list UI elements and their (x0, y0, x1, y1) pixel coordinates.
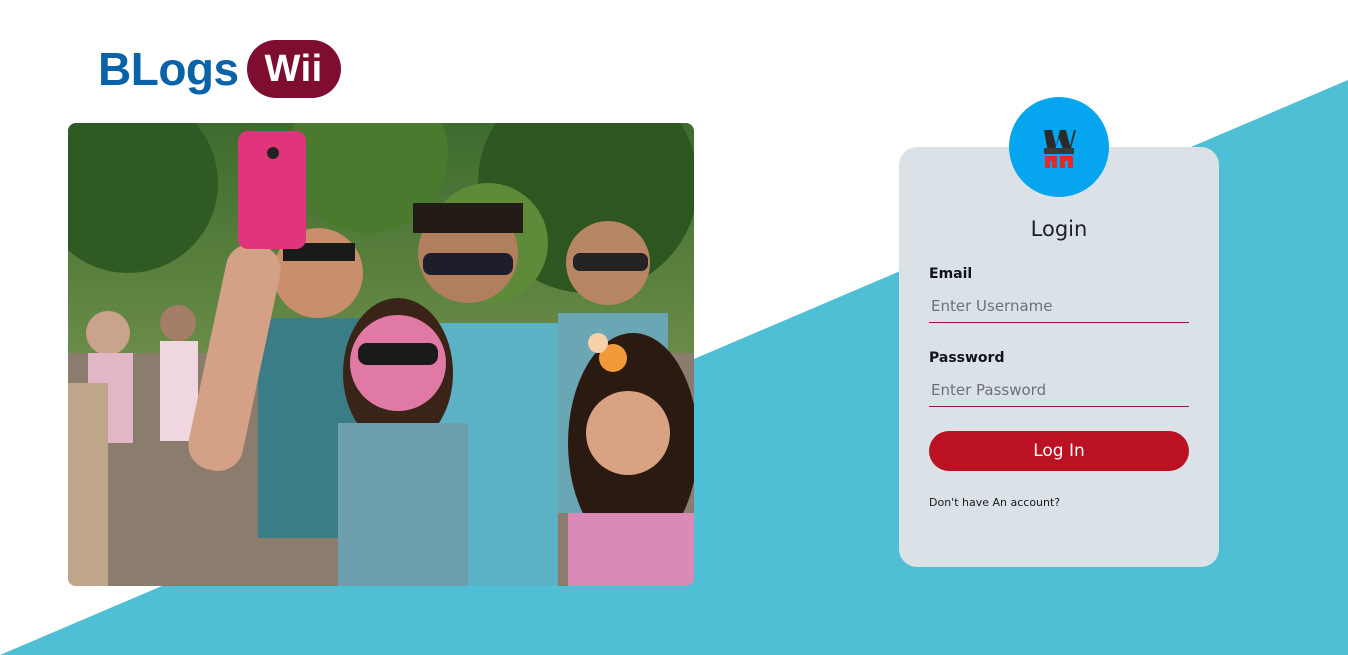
login-card: Login Email Password Log In Don't have A… (899, 147, 1219, 567)
hero-photo (68, 123, 694, 586)
email-field[interactable] (929, 289, 1189, 323)
brand-logo[interactable]: BLogs Wii (98, 40, 341, 98)
avatar (1009, 97, 1109, 197)
login-title: Login (1030, 217, 1088, 241)
signup-link[interactable]: Don't have An account? (929, 496, 1060, 509)
email-label: Email (929, 266, 973, 282)
brand-name: BLogs (98, 43, 239, 95)
password-label: Password (929, 350, 1005, 366)
password-field[interactable] (929, 373, 1189, 407)
brand-name-pill: Wii (246, 40, 341, 98)
bw-logo-icon (1044, 130, 1076, 168)
login-button[interactable]: Log In (929, 431, 1189, 471)
